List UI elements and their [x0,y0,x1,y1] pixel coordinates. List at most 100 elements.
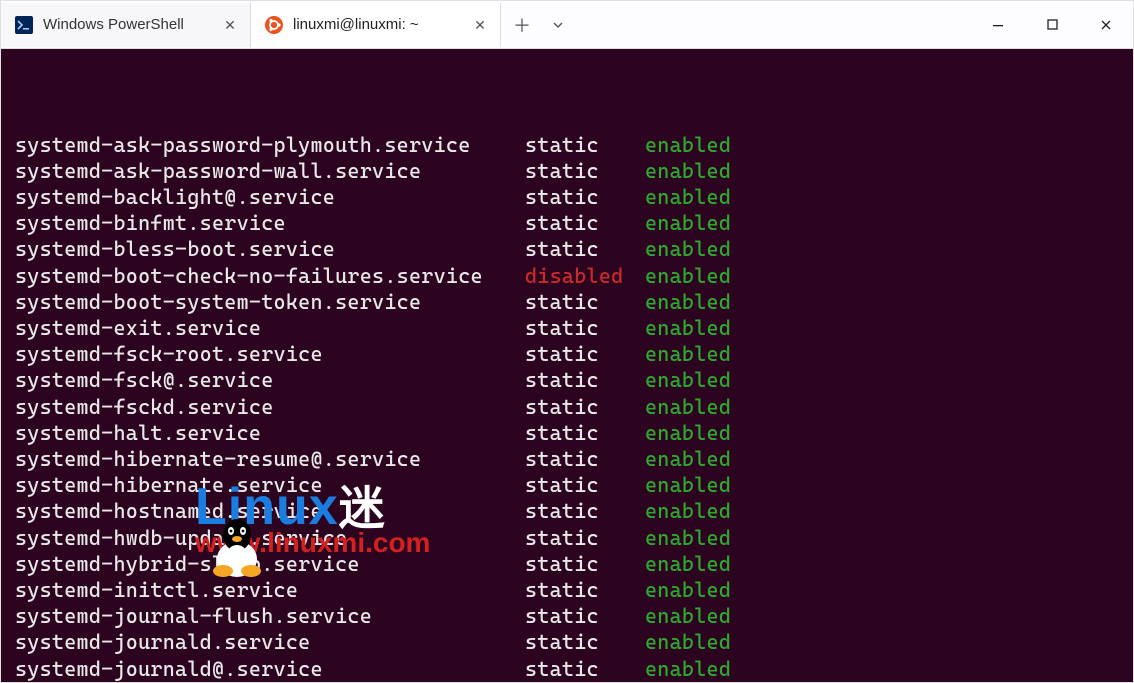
table-row: systemd-exit.servicestaticenabled [15,315,1127,341]
unit-name: systemd-fsckd.service [15,394,525,420]
unit-state: static [525,603,645,629]
tab-label: Windows PowerShell [43,16,212,33]
vendor-preset: enabled [645,210,731,236]
unit-state: static [525,525,645,551]
new-tab-button[interactable]: ＋ [501,3,543,47]
table-row: systemd-boot-check-no-failures.servicedi… [15,263,1127,289]
unit-name: systemd-journald@.service [15,656,525,682]
tab-label: linuxmi@linuxmi: ~ [293,16,462,33]
terminal[interactable]: systemd-ask-password-plymouth.servicesta… [1,49,1133,682]
unit-state: static [525,472,645,498]
table-row: systemd-hostnamed.servicestaticenabled [15,498,1127,524]
unit-state: static [525,498,645,524]
table-row: systemd-journal-flush.servicestaticenabl… [15,603,1127,629]
table-row: systemd-boot-system-token.servicestatice… [15,289,1127,315]
unit-name: systemd-journal-flush.service [15,603,525,629]
ubuntu-icon [265,16,283,34]
chevron-down-icon [552,19,564,31]
table-row: systemd-fsck@.servicestaticenabled [15,367,1127,393]
table-row: systemd-hwdb-update.servicestaticenabled [15,525,1127,551]
table-row: systemd-ask-password-plymouth.servicesta… [15,132,1127,158]
unit-state: static [525,420,645,446]
unit-name: systemd-hostnamed.service [15,498,525,524]
unit-state: disabled [525,263,645,289]
unit-state: static [525,184,645,210]
table-row: systemd-hibernate-resume@.servicestatice… [15,446,1127,472]
vendor-preset: enabled [645,577,731,603]
table-row: systemd-halt.servicestaticenabled [15,420,1127,446]
maximize-button[interactable] [1025,3,1079,47]
vendor-preset: enabled [645,158,731,184]
unit-name: systemd-ask-password-wall.service [15,158,525,184]
vendor-preset: enabled [645,132,731,158]
vendor-preset: enabled [645,498,731,524]
vendor-preset: enabled [645,446,731,472]
unit-name: systemd-backlight@.service [15,184,525,210]
unit-state: static [525,446,645,472]
unit-name: systemd-boot-system-token.service [15,289,525,315]
unit-state: static [525,577,645,603]
unit-name: systemd-boot-check-no-failures.service [15,263,525,289]
table-row: systemd-initctl.servicestaticenabled [15,577,1127,603]
unit-state: static [525,367,645,393]
close-icon[interactable]: ✕ [222,17,238,33]
unit-name: systemd-bless-boot.service [15,236,525,262]
unit-name: systemd-hwdb-update.service [15,525,525,551]
unit-name: systemd-hibernate.service [15,472,525,498]
unit-state: static [525,341,645,367]
table-row: systemd-fsckd.servicestaticenabled [15,394,1127,420]
minimize-button[interactable] [971,3,1025,47]
table-row: systemd-hibernate.servicestaticenabled [15,472,1127,498]
vendor-preset: enabled [645,420,731,446]
unit-state: static [525,394,645,420]
unit-state: static [525,315,645,341]
vendor-preset: enabled [645,551,731,577]
table-row: systemd-binfmt.servicestaticenabled [15,210,1127,236]
window-controls [971,3,1133,47]
vendor-preset: enabled [645,184,731,210]
unit-state: static [525,551,645,577]
unit-name: systemd-halt.service [15,420,525,446]
unit-name: systemd-hibernate-resume@.service [15,446,525,472]
close-icon[interactable]: ✕ [472,17,488,33]
tab-powershell[interactable]: Windows PowerShell ✕ [1,3,251,47]
unit-state: static [525,158,645,184]
unit-state: static [525,629,645,655]
unit-state: static [525,236,645,262]
vendor-preset: enabled [645,236,731,262]
table-row: systemd-backlight@.servicestaticenabled [15,184,1127,210]
vendor-preset: enabled [645,394,731,420]
vendor-preset: enabled [645,315,731,341]
vendor-preset: enabled [645,289,731,315]
unit-state: static [525,656,645,682]
table-row: systemd-journald@.servicestaticenabled [15,656,1127,682]
unit-state: static [525,132,645,158]
vendor-preset: enabled [645,656,731,682]
unit-name: systemd-hybrid-sleep.service [15,551,525,577]
vendor-preset: enabled [645,629,731,655]
unit-name: systemd-initctl.service [15,577,525,603]
unit-name: systemd-fsck-root.service [15,341,525,367]
unit-name: systemd-journald.service [15,629,525,655]
tab-dropdown-button[interactable] [543,3,573,47]
close-window-button[interactable] [1079,3,1133,47]
vendor-preset: enabled [645,603,731,629]
table-row: systemd-journald.servicestaticenabled [15,629,1127,655]
tab-ubuntu[interactable]: linuxmi@linuxmi: ~ ✕ [251,3,501,47]
table-row: systemd-ask-password-wall.servicestatice… [15,158,1127,184]
vendor-preset: enabled [645,367,731,393]
unit-name: systemd-binfmt.service [15,210,525,236]
vendor-preset: enabled [645,341,731,367]
unit-name: systemd-fsck@.service [15,367,525,393]
vendor-preset: enabled [645,472,731,498]
table-row: systemd-bless-boot.servicestaticenabled [15,236,1127,262]
unit-state: static [525,210,645,236]
table-row: systemd-fsck-root.servicestaticenabled [15,341,1127,367]
unit-state: static [525,289,645,315]
unit-name: systemd-exit.service [15,315,525,341]
table-row: systemd-hybrid-sleep.servicestaticenable… [15,551,1127,577]
title-bar: Windows PowerShell ✕ linuxmi@linuxmi: ~ … [1,1,1133,49]
vendor-preset: enabled [645,525,731,551]
unit-name: systemd-ask-password-plymouth.service [15,132,525,158]
vendor-preset: enabled [645,263,731,289]
